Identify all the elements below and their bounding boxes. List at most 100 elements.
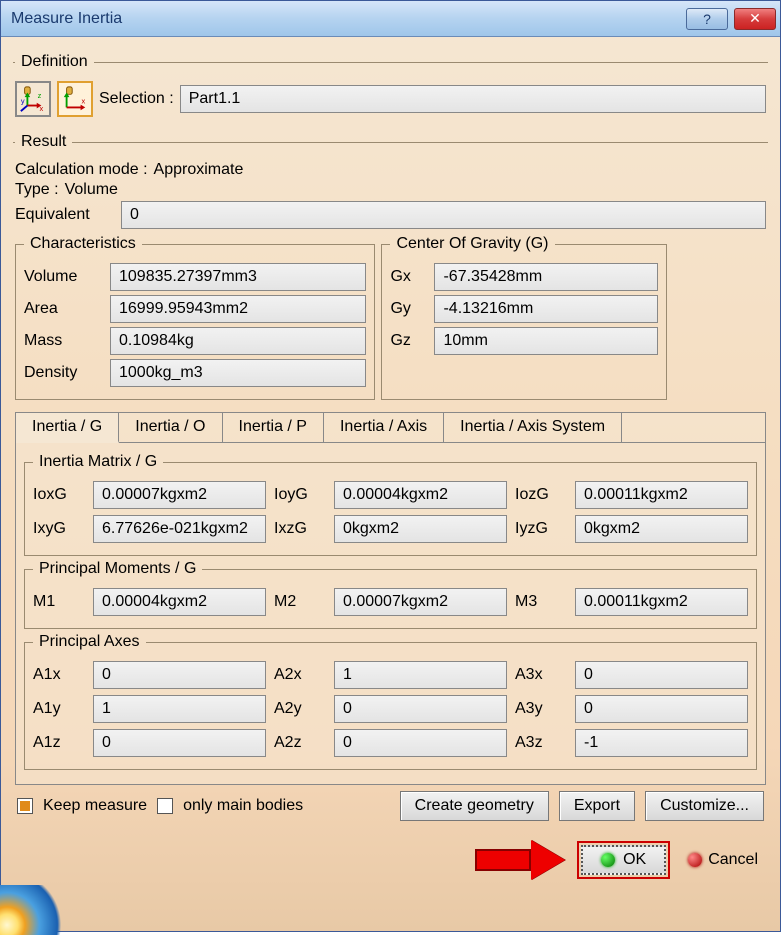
ioyg-field[interactable]: 0.00004kgxm2 xyxy=(334,481,507,509)
gz-field[interactable]: 10mm xyxy=(434,327,657,355)
titlebar-buttons: ? ✕ xyxy=(686,8,776,30)
measure-inertia-2d-button[interactable]: x xyxy=(57,81,93,117)
ioxg-label: IoxG xyxy=(33,486,85,504)
a3y-label: A3y xyxy=(515,700,567,718)
cancel-button[interactable]: Cancel xyxy=(682,845,764,875)
a1x-field[interactable]: 0 xyxy=(93,661,266,689)
density-value: 1000kg_m3 xyxy=(119,364,203,382)
dialog-body: Definition z x y xyxy=(1,37,780,931)
principal-moments-legend: Principal Moments / G xyxy=(33,560,202,578)
principal-moments-group: Principal Moments / G M10.00004kgxm2 M20… xyxy=(24,560,757,629)
keep-measure-label: Keep measure xyxy=(43,797,147,815)
a3z-value: -1 xyxy=(584,734,598,752)
ok-button[interactable]: OK xyxy=(581,845,666,875)
a1y-label: A1y xyxy=(33,700,85,718)
principal-axes-group: Principal Axes A1x0 A2x1 A3x0 A1y1 A2y0 … xyxy=(24,633,757,770)
ixyg-field[interactable]: 6.77626e-021kgxm2 xyxy=(93,515,266,543)
iozg-field[interactable]: 0.00011kgxm2 xyxy=(575,481,748,509)
selection-field[interactable]: Part1.1 xyxy=(180,85,766,113)
a3x-label: A3x xyxy=(515,666,567,684)
a3y-value: 0 xyxy=(584,700,593,718)
tab-inertia-g[interactable]: Inertia / G xyxy=(16,413,119,443)
m2-label: M2 xyxy=(274,593,326,611)
a1z-field[interactable]: 0 xyxy=(93,729,266,757)
close-button[interactable]: ✕ xyxy=(734,8,776,30)
m2-field[interactable]: 0.00007kgxm2 xyxy=(334,588,507,616)
a1z-label: A1z xyxy=(33,734,85,752)
ok-highlight: OK xyxy=(577,841,670,879)
equivalent-value: 0 xyxy=(130,206,139,224)
mass-field[interactable]: 0.10984kg xyxy=(110,327,366,355)
iyzg-value: 0kgxm2 xyxy=(584,520,640,538)
cog-group: Center Of Gravity (G) Gx-67.35428mm Gy-4… xyxy=(381,235,666,400)
create-geometry-button[interactable]: Create geometry xyxy=(400,791,549,821)
a3z-label: A3z xyxy=(515,734,567,752)
iyzg-label: IyzG xyxy=(515,520,567,538)
keep-measure-checkbox[interactable] xyxy=(17,798,33,814)
a2z-field[interactable]: 0 xyxy=(334,729,507,757)
ixzg-value: 0kgxm2 xyxy=(343,520,399,538)
tab-inertia-axis-system[interactable]: Inertia / Axis System xyxy=(444,413,622,442)
density-field[interactable]: 1000kg_m3 xyxy=(110,359,366,387)
tab-inertia-axis[interactable]: Inertia / Axis xyxy=(324,413,444,442)
ioyg-label: IoyG xyxy=(274,486,326,504)
volume-label: Volume xyxy=(24,268,102,286)
a2x-field[interactable]: 1 xyxy=(334,661,507,689)
gy-label: Gy xyxy=(390,300,426,318)
definition-legend: Definition xyxy=(15,53,94,71)
a1y-field[interactable]: 1 xyxy=(93,695,266,723)
m1-value: 0.00004kgxm2 xyxy=(102,593,207,611)
result-group: Result Calculation mode : Approximate Ty… xyxy=(13,133,768,831)
help-icon: ? xyxy=(703,11,711,27)
cog-legend: Center Of Gravity (G) xyxy=(390,235,554,253)
characteristics-group: Characteristics Volume109835.27397mm3 Ar… xyxy=(15,235,375,400)
m3-value: 0.00011kgxm2 xyxy=(584,593,688,611)
measure-inertia-3d-button[interactable]: z x y xyxy=(15,81,51,117)
ixzg-label: IxzG xyxy=(274,520,326,538)
mass-value: 0.10984kg xyxy=(119,332,194,350)
gz-label: Gz xyxy=(390,332,426,350)
gy-field[interactable]: -4.13216mm xyxy=(434,295,657,323)
tab-inertia-p[interactable]: Inertia / P xyxy=(223,413,324,442)
iyzg-field[interactable]: 0kgxm2 xyxy=(575,515,748,543)
area-field[interactable]: 16999.95943mm2 xyxy=(110,295,366,323)
gx-field[interactable]: -67.35428mm xyxy=(434,263,657,291)
axis-2d-icon: x xyxy=(61,85,89,113)
m2-value: 0.00007kgxm2 xyxy=(343,593,448,611)
selection-value: Part1.1 xyxy=(189,90,241,108)
ioxg-field[interactable]: 0.00007kgxm2 xyxy=(93,481,266,509)
calc-mode-label: Calculation mode : xyxy=(15,161,148,179)
ioyg-value: 0.00004kgxm2 xyxy=(343,486,448,504)
a2y-field[interactable]: 0 xyxy=(334,695,507,723)
export-label: Export xyxy=(574,797,620,815)
only-main-bodies-label: only main bodies xyxy=(183,797,303,815)
options-row: Keep measure only main bodies Create geo… xyxy=(15,785,766,827)
area-value: 16999.95943mm2 xyxy=(119,300,248,318)
inertia-matrix-group: Inertia Matrix / G IoxG0.00007kgxm2 IoyG… xyxy=(24,453,757,556)
volume-field[interactable]: 109835.27397mm3 xyxy=(110,263,366,291)
tab-body: Inertia Matrix / G IoxG0.00007kgxm2 IoyG… xyxy=(16,443,765,784)
a3z-field[interactable]: -1 xyxy=(575,729,748,757)
help-button[interactable]: ? xyxy=(686,8,728,30)
globe-decoration-icon xyxy=(0,885,67,935)
equivalent-field[interactable]: 0 xyxy=(121,201,766,229)
ok-dot-icon xyxy=(601,853,615,867)
ixzg-field[interactable]: 0kgxm2 xyxy=(334,515,507,543)
a3y-field[interactable]: 0 xyxy=(575,695,748,723)
iozg-value: 0.00011kgxm2 xyxy=(584,486,688,504)
customize-button[interactable]: Customize... xyxy=(645,791,764,821)
a1x-label: A1x xyxy=(33,666,85,684)
svg-text:y: y xyxy=(21,97,25,106)
svg-text:z: z xyxy=(38,91,42,100)
type-label: Type : xyxy=(15,181,59,199)
customize-label: Customize... xyxy=(660,797,749,815)
a1z-value: 0 xyxy=(102,734,111,752)
only-main-bodies-checkbox[interactable] xyxy=(157,798,173,814)
m3-field[interactable]: 0.00011kgxm2 xyxy=(575,588,748,616)
equivalent-label: Equivalent xyxy=(15,206,115,224)
a3x-field[interactable]: 0 xyxy=(575,661,748,689)
measure-inertia-dialog: Measure Inertia ? ✕ Definition z x y xyxy=(0,0,781,932)
m1-field[interactable]: 0.00004kgxm2 xyxy=(93,588,266,616)
export-button[interactable]: Export xyxy=(559,791,635,821)
tab-inertia-o[interactable]: Inertia / O xyxy=(119,413,222,442)
